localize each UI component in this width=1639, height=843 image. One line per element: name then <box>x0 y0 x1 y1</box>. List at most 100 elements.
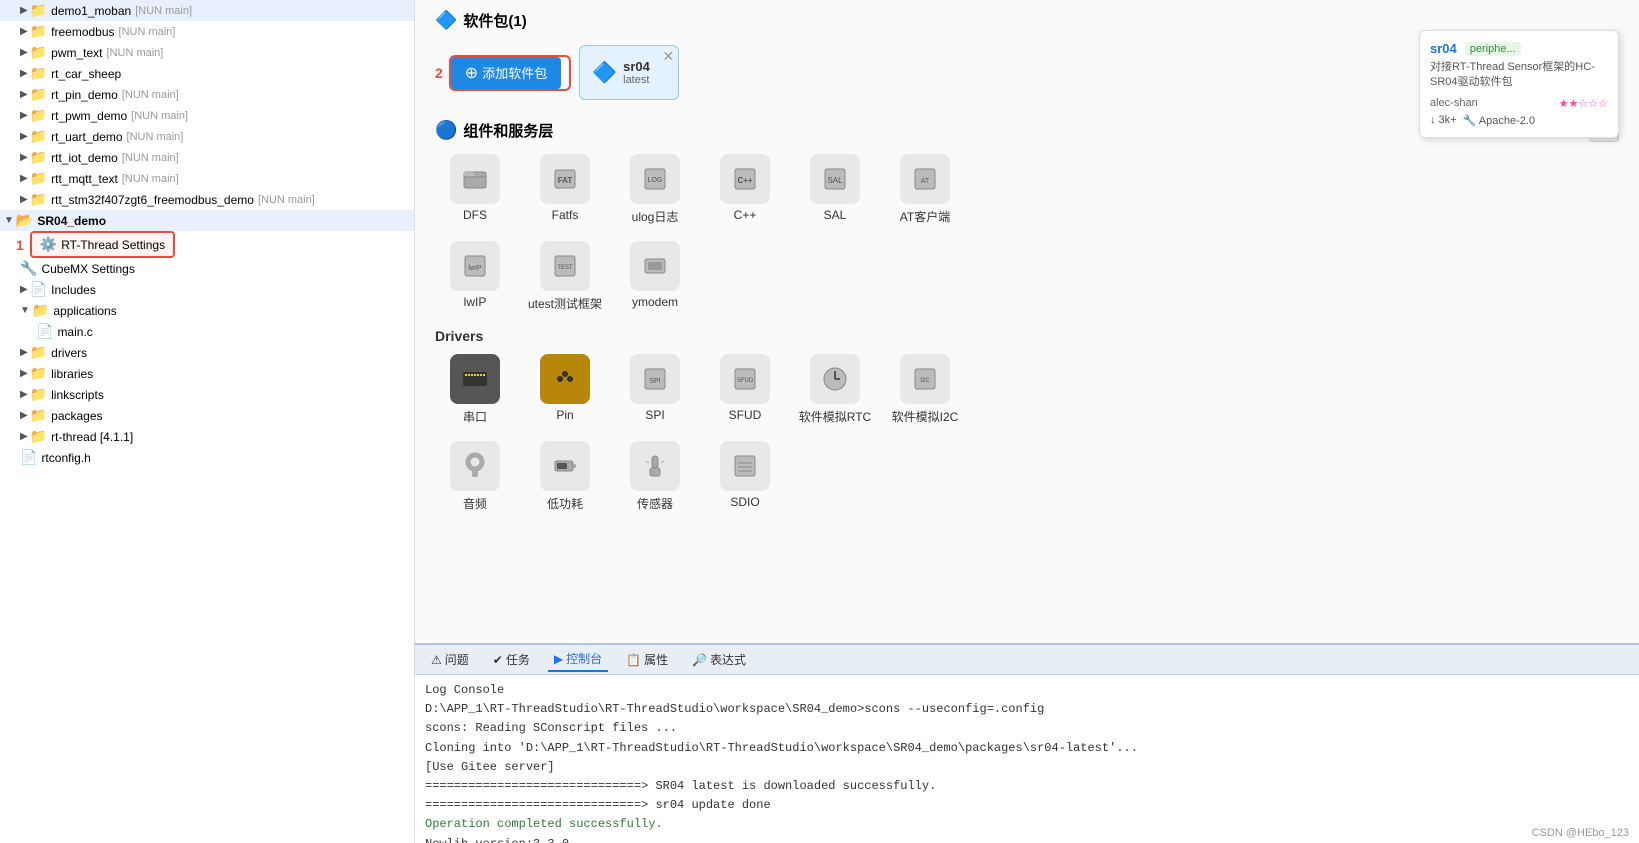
audio-icon <box>450 441 500 491</box>
tab-properties[interactable]: 📋 属性 <box>620 648 674 671</box>
tooltip-header: sr04 periphe... <box>1430 41 1608 56</box>
add-package-button[interactable]: ⊕ 添加软件包 <box>451 57 561 89</box>
components-section-title: 组件和服务层 <box>463 120 553 141</box>
folder-icon: 📁 <box>30 2 47 19</box>
sidebar-item-demo1_moban[interactable]: ▶ 📁 demo1_moban [NUN main] <box>0 0 414 21</box>
tree-arrow: ▼ <box>20 305 30 316</box>
tooltip-stars: ★★☆☆☆ <box>1559 97 1608 110</box>
folder-icon: 📁 <box>30 86 47 103</box>
sidebar-item-rt_thread_settings[interactable]: ⚙️ RT-Thread Settings <box>30 231 175 258</box>
sidebar-item-rt_thread[interactable]: ▶ 📁 rt-thread [4.1.1] <box>0 426 414 447</box>
folder-icon: 📁 <box>32 302 49 319</box>
components-grid: DFS FAT Fatfs LOG ulog日志 <box>435 154 1619 225</box>
sidebar-item-linkscripts[interactable]: ▶ 📁 linkscripts <box>0 384 414 405</box>
packages-emoji-icon: 🔷 <box>435 10 457 31</box>
console-line-2: scons: Reading SConscript files ... <box>425 719 1629 738</box>
driver-sfud[interactable]: SFUD SFUD <box>705 354 785 425</box>
sidebar-label: drivers <box>51 346 87 360</box>
expressions-icon: 🔎 <box>692 653 707 667</box>
svg-text:C++: C++ <box>737 176 752 185</box>
svg-text:SFUD: SFUD <box>737 378 754 384</box>
console-area: ⚠ 问题 ✔ 任务 ▶ 控制台 📋 属性 🔎 表达式 <box>415 643 1639 843</box>
spi-label: SPI <box>645 408 664 422</box>
tab-problems-label: 问题 <box>445 651 469 668</box>
sidebar-item-pwm_text[interactable]: ▶ 📁 pwm_text [NUN main] <box>0 42 414 63</box>
tab-tasks-label: 任务 <box>506 651 530 668</box>
driver-serial[interactable]: 串口 <box>435 354 515 425</box>
sidebar-item-packages[interactable]: ▶ 📁 packages <box>0 405 414 426</box>
component-ulog[interactable]: LOG ulog日志 <box>615 154 695 225</box>
driver-low-power[interactable]: 低功耗 <box>525 441 605 512</box>
console-line-7: Operation completed successfully. <box>425 815 1629 834</box>
sidebar-item-rt_pin_demo[interactable]: ▶ 📁 rt_pin_demo [NUN main] <box>0 84 414 105</box>
sidebar-item-rtt_stm32[interactable]: ▶ 📁 rtt_stm32f407zgt6_freemodbus_demo [N… <box>0 189 414 210</box>
driver-audio[interactable]: 音频 <box>435 441 515 512</box>
packages-number-badge: 2 <box>435 65 443 81</box>
console-icon: ▶ <box>554 652 563 666</box>
component-dfs[interactable]: DFS <box>435 154 515 225</box>
settings-icon: ⚙️ <box>40 236 57 253</box>
i2c-soft-label: 软件模拟I2C <box>892 408 959 425</box>
driver-rtc-soft[interactable]: 软件模拟RTC <box>795 354 875 425</box>
tab-problems[interactable]: ⚠ 问题 <box>425 648 475 671</box>
folder-icon: 📁 <box>30 386 47 403</box>
cpp-icon: C++ <box>720 154 770 204</box>
components-grid-2: lwIP lwIP TEST utest测试框架 <box>435 241 1619 312</box>
sidebar-label: rtt_stm32f407zgt6_freemodbus_demo <box>51 193 254 207</box>
component-lwip[interactable]: lwIP lwIP <box>435 241 515 312</box>
add-button-wrapper: ⊕ 添加软件包 <box>449 55 571 91</box>
sidebar-item-freemodbus[interactable]: ▶ 📁 freemodbus [NUN main] <box>0 21 414 42</box>
sidebar-item-includes[interactable]: ▶ 📄 Includes <box>0 279 414 300</box>
driver-pin[interactable]: Pin <box>525 354 605 425</box>
rtc-soft-label: 软件模拟RTC <box>799 408 871 425</box>
component-cpp[interactable]: C++ C++ <box>705 154 785 225</box>
tab-console-label: 控制台 <box>566 650 602 667</box>
audio-label: 音频 <box>463 495 487 512</box>
component-fatfs[interactable]: FAT Fatfs <box>525 154 605 225</box>
driver-sensor[interactable]: 传感器 <box>615 441 695 512</box>
package-close-button[interactable]: ✕ <box>662 48 674 65</box>
svg-text:SPI: SPI <box>649 378 660 385</box>
component-utest[interactable]: TEST utest测试框架 <box>525 241 605 312</box>
sidebar-item-applications[interactable]: ▼ 📁 applications <box>0 300 414 321</box>
sidebar-label: SR04_demo <box>37 214 106 228</box>
folder-icon: 📁 <box>30 344 47 361</box>
sidebar-item-rt_uart_demo[interactable]: ▶ 📁 rt_uart_demo [NUN main] <box>0 126 414 147</box>
at-client-icon: AT <box>900 154 950 204</box>
sidebar-item-cubemx_settings[interactable]: 🔧 CubeMX Settings <box>0 258 414 279</box>
dfs-label: DFS <box>463 208 487 222</box>
sidebar-item-rtt_iot_demo[interactable]: ▶ 📁 rtt_iot_demo [NUN main] <box>0 147 414 168</box>
driver-sdio[interactable]: SDIO <box>705 441 785 512</box>
tree-arrow: ▶ <box>20 47 28 58</box>
package-card-sr04[interactable]: 🔷 sr04 latest ✕ <box>579 45 679 100</box>
ulog-label: ulog日志 <box>632 208 679 225</box>
component-at_client[interactable]: AT AT客户端 <box>885 154 965 225</box>
sidebar-item-rtt_mqtt_text[interactable]: ▶ 📁 rtt_mqtt_text [NUN main] <box>0 168 414 189</box>
folder-icon: 📁 <box>30 191 47 208</box>
tab-tasks[interactable]: ✔ 任务 <box>487 648 536 671</box>
folder-icon: 📁 <box>30 65 47 82</box>
svg-text:TEST: TEST <box>557 265 573 271</box>
driver-spi[interactable]: SPI SPI <box>615 354 695 425</box>
sidebar-item-drivers[interactable]: ▶ 📁 drivers <box>0 342 414 363</box>
drivers-grid-1: 串口 Pin SPI <box>435 354 1619 425</box>
sidebar-item-rt_car_sheep[interactable]: ▶ 📁 rt_car_sheep <box>0 63 414 84</box>
sidebar-item-sr04_demo[interactable]: ▼ 📂 SR04_demo <box>0 210 414 231</box>
svg-text:lwIP: lwIP <box>468 265 482 272</box>
folder-icon: 📁 <box>30 365 47 382</box>
spi-icon: SPI <box>630 354 680 404</box>
sidebar-label: rt-thread [4.1.1] <box>51 430 133 444</box>
tab-console[interactable]: ▶ 控制台 <box>548 647 608 672</box>
sidebar-item-libraries[interactable]: ▶ 📁 libraries <box>0 363 414 384</box>
tab-expressions[interactable]: 🔎 表达式 <box>686 648 752 671</box>
driver-i2c-soft[interactable]: I2C 软件模拟I2C <box>885 354 965 425</box>
component-sal[interactable]: SAL SAL <box>795 154 875 225</box>
sidebar-item-main_c[interactable]: 📄 main.c <box>0 321 414 342</box>
tab-expressions-label: 表达式 <box>710 651 746 668</box>
fatfs-label: Fatfs <box>552 208 579 222</box>
sidebar-item-rt_pwm_demo[interactable]: ▶ 📁 rt_pwm_demo [NUN main] <box>0 105 414 126</box>
cubemx-icon: 🔧 <box>20 260 37 277</box>
sidebar-item-rtconfig_h[interactable]: 📄 rtconfig.h <box>0 447 414 468</box>
tree-arrow: ▶ <box>20 173 28 184</box>
component-ymodem[interactable]: ymodem <box>615 241 695 312</box>
